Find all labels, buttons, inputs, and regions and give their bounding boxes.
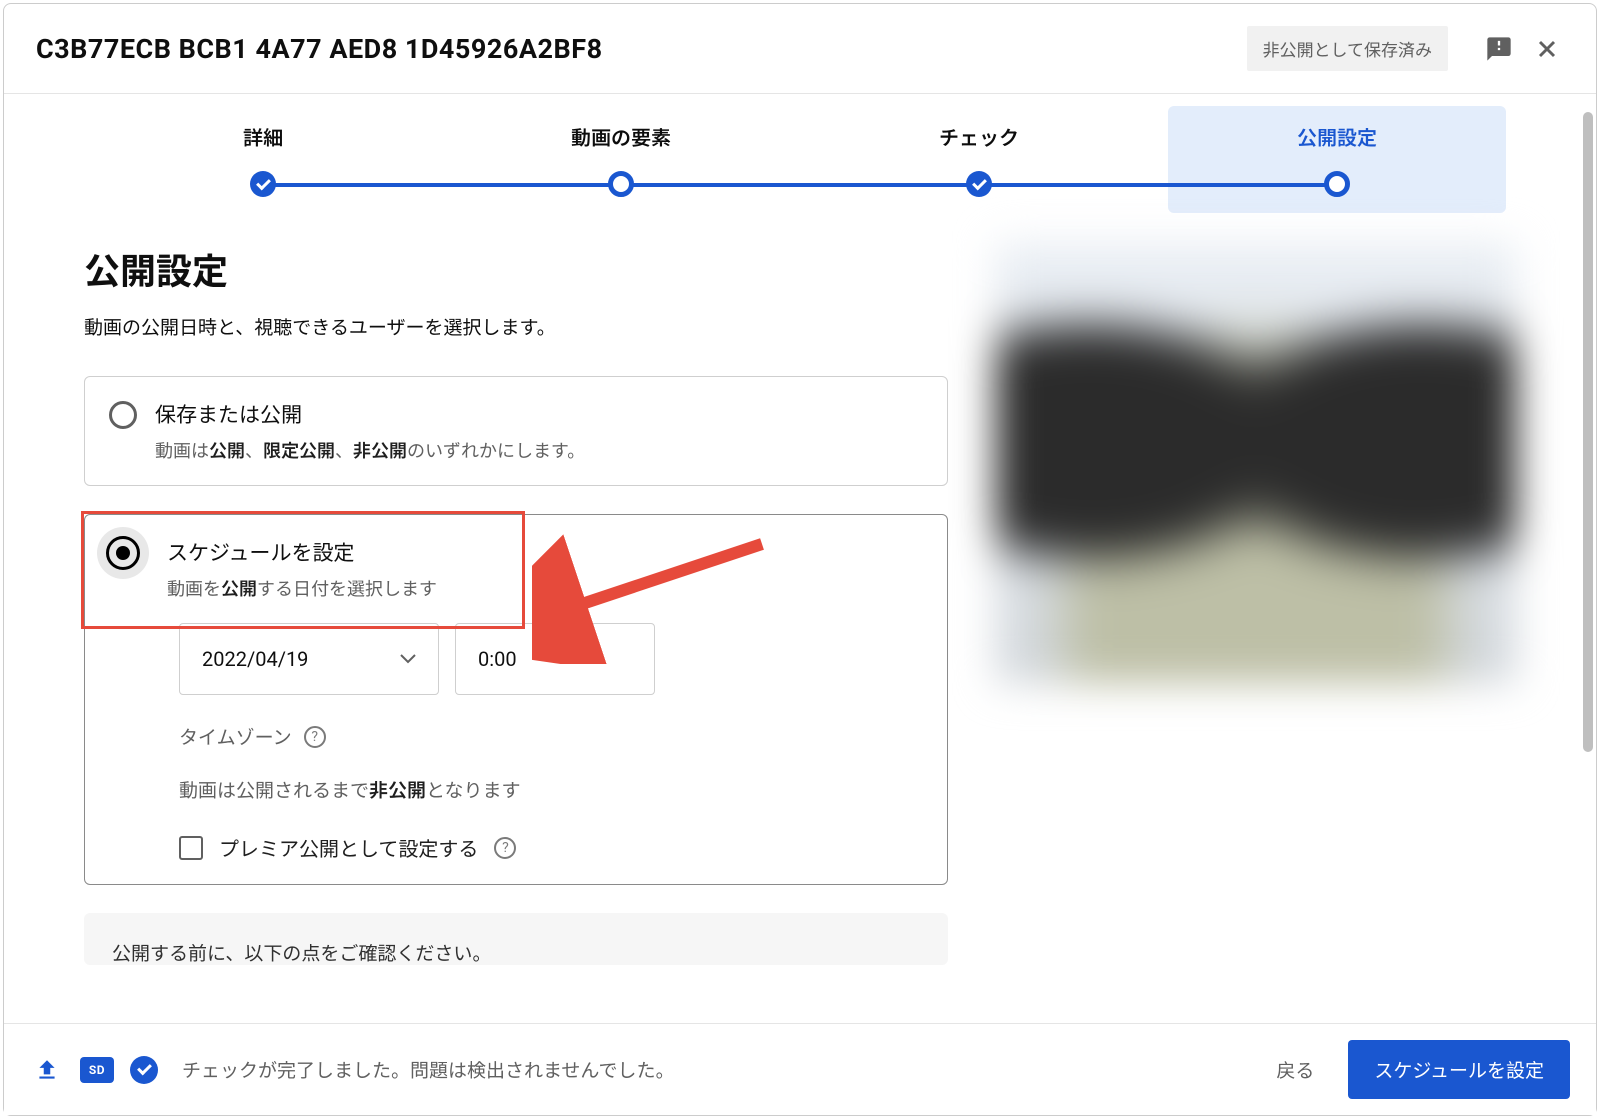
option-desc: 動画を公開する日付を選択します — [167, 575, 437, 601]
help-icon[interactable]: ? — [494, 837, 516, 859]
check-complete-icon[interactable] — [130, 1056, 158, 1084]
step-dot-done-icon — [250, 171, 276, 197]
option-save-or-publish[interactable]: 保存または公開 動画は公開、限定公開、非公開のいずれかにします。 — [84, 376, 948, 486]
section-title: 公開設定 — [84, 243, 948, 295]
save-status-badge: 非公開として保存済み — [1247, 26, 1449, 71]
step-details[interactable]: 詳細 — [84, 122, 442, 197]
back-button[interactable]: 戻る — [1258, 1044, 1332, 1095]
step-dot-ring-icon — [608, 171, 634, 197]
dialog-title: C3B77ECB BCB1 4A77 AED8 1D45926A2BF8 — [36, 33, 1247, 65]
video-preview-thumbnail[interactable] — [996, 243, 1516, 683]
option-desc: 動画は公開、限定公開、非公開のいずれかにします。 — [155, 437, 585, 463]
schedule-button[interactable]: スケジュールを設定 — [1348, 1040, 1570, 1099]
before-publish-card: 公開する前に、以下の点をご確認ください。 — [84, 913, 948, 965]
checkbox-unchecked-icon[interactable] — [179, 836, 203, 860]
close-icon[interactable] — [1530, 32, 1564, 66]
timezone-row[interactable]: タイムゾーン ? — [179, 723, 923, 750]
option-schedule[interactable]: スケジュールを設定 動画を公開する日付を選択します 2022/04/19 0 — [84, 514, 948, 885]
chevron-down-icon — [400, 654, 416, 664]
stepper: 詳細 動画の要素 チェック 公開設定 — [4, 94, 1596, 197]
step-dot-done-icon — [966, 171, 992, 197]
step-dot-ring-icon — [1324, 171, 1350, 197]
footer-check-message: チェックが完了しました。問題は検出されませんでした。 — [182, 1056, 1242, 1083]
dialog-footer: SD チェックが完了しました。問題は検出されませんでした。 戻る スケジュールを… — [4, 1023, 1596, 1115]
section-subtitle: 動画の公開日時と、視聴できるユーザーを選択します。 — [84, 313, 948, 340]
help-icon[interactable]: ? — [304, 726, 326, 748]
schedule-date-select[interactable]: 2022/04/19 — [179, 623, 439, 695]
upload-icon[interactable] — [30, 1053, 64, 1087]
sd-quality-badge[interactable]: SD — [80, 1057, 114, 1083]
radio-checked-icon[interactable] — [97, 527, 149, 579]
schedule-time-input[interactable]: 0:00 — [455, 623, 655, 695]
dialog-body: 公開設定 動画の公開日時と、視聴できるユーザーを選択します。 保存または公開 動… — [4, 197, 1596, 1023]
premiere-checkbox-row[interactable]: プレミア公開として設定する ? — [179, 833, 923, 862]
scrollbar[interactable] — [1583, 112, 1593, 752]
radio-unchecked-icon[interactable] — [109, 401, 137, 429]
option-title: 保存または公開 — [155, 399, 585, 429]
dialog-header: C3B77ECB BCB1 4A77 AED8 1D45926A2BF8 非公開… — [4, 4, 1596, 94]
private-until-publish-note: 動画は公開されるまで非公開となります — [179, 776, 923, 803]
option-title: スケジュールを設定 — [167, 537, 437, 567]
feedback-icon[interactable] — [1482, 32, 1516, 66]
